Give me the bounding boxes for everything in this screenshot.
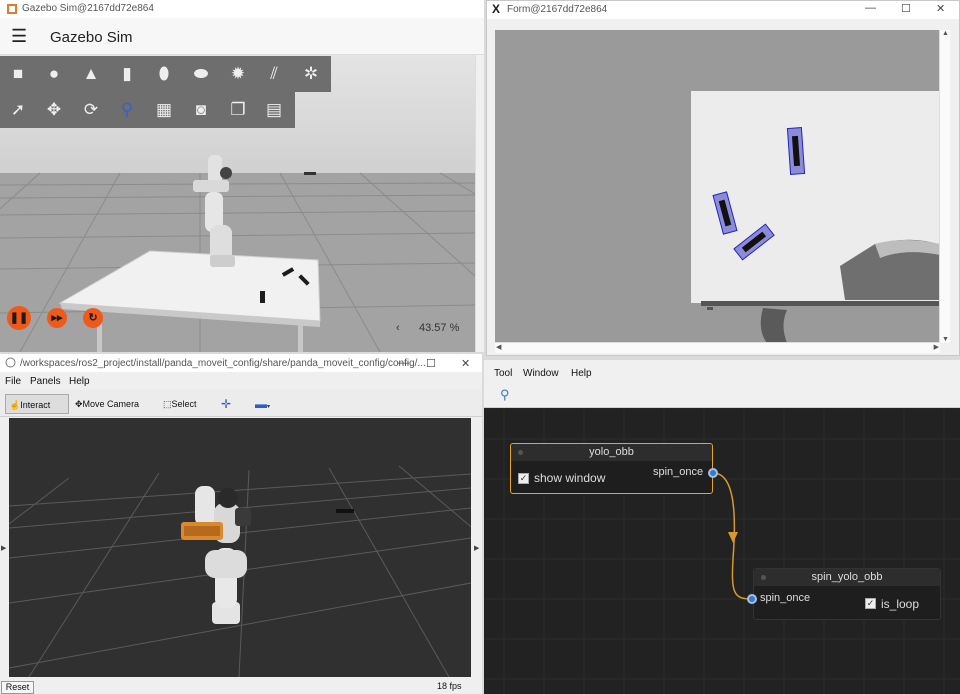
is-loop-checkbox[interactable]: ✓ [865, 598, 876, 609]
node-spin-yolo-obb[interactable]: spin_yolo_obb spin_once ✓ is_loop [753, 568, 941, 620]
cylinder-shape-icon[interactable]: ▮ [115, 62, 139, 86]
move-camera-icon: ✥ [75, 399, 83, 409]
paste-icon[interactable]: ▤ [262, 98, 286, 122]
interact-tool[interactable]: ☝Interact [5, 394, 69, 414]
node-graph-canvas[interactable]: yolo_obb ✓ show window spin_once spin_yo… [484, 409, 960, 694]
maximize-icon[interactable]: ☐ [901, 2, 911, 15]
node-editor-window: Tool Window Help ⚲ yolo_obb ✓ show windo… [484, 360, 960, 694]
add-tool-button[interactable]: ✛ [218, 394, 234, 414]
reset-button[interactable]: Reset [1, 681, 34, 694]
cone-shape-icon[interactable]: ▲ [79, 62, 103, 86]
node-yolo-obb-title: yolo_obb [511, 444, 712, 461]
gazebo-app-bar: ☰ Gazebo Sim [0, 18, 484, 55]
minimize-icon[interactable]: — [398, 357, 409, 369]
gazebo-shapes-toolbar: ■ ● ▲ ▮ ⬮ ⬬ ✹ ⫽ ✲ [0, 56, 331, 92]
form-titlebar[interactable]: X Form@2167dd72e864 — ☐ ✕ [487, 1, 959, 19]
select-box-icon: ⬚ [163, 399, 172, 409]
gazebo-window-title: Gazebo Sim@2167dd72e864 [22, 3, 154, 14]
form-window: X Form@2167dd72e864 — ☐ ✕ ▲ ▼ ◀ ▶ [486, 0, 960, 356]
rviz-scene-render [9, 418, 471, 677]
right-panel-toggle-icon[interactable]: ▶ [474, 544, 479, 552]
rviz-window: /workspaces/ros2_project/install/panda_m… [0, 354, 482, 694]
hamburger-menu-icon[interactable]: ☰ [11, 27, 27, 45]
form-window-title: Form@2167dd72e864 [507, 4, 608, 15]
box-shape-icon[interactable]: ■ [6, 62, 30, 86]
show-window-checkbox[interactable]: ✓ [518, 473, 529, 484]
menu-help[interactable]: Help [571, 368, 592, 379]
select-tool[interactable]: ⬚Select [160, 394, 200, 414]
step-forward-button[interactable]: ▸▸ [47, 308, 67, 328]
maximize-icon[interactable]: ☐ [426, 357, 436, 370]
rviz-window-title: /workspaces/ros2_project/install/panda_m… [20, 358, 426, 369]
node-status-dot [761, 575, 766, 580]
menu-help[interactable]: Help [69, 376, 90, 387]
rviz-titlebar[interactable]: /workspaces/ros2_project/install/panda_m… [0, 354, 482, 372]
rviz-menubar: File Panels Help [0, 373, 482, 389]
real-time-factor: 43.57 % [419, 322, 460, 334]
node-editor-menubar: Tool Window Help [484, 360, 960, 384]
interact-label: Interact [20, 400, 51, 410]
connection-arrow-icon [728, 532, 738, 543]
menu-panels[interactable]: Panels [30, 376, 61, 387]
minimize-icon[interactable]: — [865, 2, 876, 14]
ellipsoid-shape-icon[interactable]: ⬬ [189, 62, 213, 86]
form-horizontal-scrollbar[interactable]: ◀ ▶ [495, 342, 940, 353]
show-window-label: show window [534, 471, 606, 485]
move-camera-label: Move Camera [82, 399, 140, 409]
menu-tool[interactable]: Tool [494, 368, 512, 379]
close-icon[interactable]: ✕ [936, 2, 945, 15]
grid-icon[interactable]: ▦ [152, 98, 176, 122]
screenshot-camera-icon[interactable]: ◙ [189, 98, 213, 122]
detection-image [495, 30, 940, 343]
menu-file[interactable]: File [5, 376, 21, 387]
plus-icon: ✛ [221, 397, 232, 411]
node-spin-yolo-obb-title: spin_yolo_obb [754, 569, 940, 586]
left-panel-toggle-icon[interactable]: ▶ [1, 544, 6, 552]
rviz-toolbar: ☝Interact ✥Move Camera ⬚Select ✛ ▬▾ [0, 390, 482, 417]
rtf-collapse-arrow[interactable]: ‹ [396, 322, 400, 334]
gazebo-window: Gazebo Sim@2167dd72e864 ☰ Gazebo Sim ■ ●… [0, 0, 484, 352]
point-light-icon[interactable]: ✹ [226, 62, 250, 86]
sphere-shape-icon[interactable]: ● [42, 62, 66, 86]
directional-light-icon[interactable]: ⫽ [262, 62, 286, 86]
spin-input-port-label: spin_once [760, 592, 811, 604]
capsule-shape-icon[interactable]: ⬮ [152, 62, 176, 86]
is-loop-label: is_loop [881, 597, 920, 611]
network-icon[interactable]: ⚲ [500, 387, 510, 403]
minus-icon: ▬ [255, 397, 267, 411]
yolo-output-port[interactable] [708, 468, 718, 478]
reset-simulation-button[interactable]: ↻ [83, 308, 103, 328]
hand-icon: ☝ [9, 400, 21, 410]
form-vertical-scrollbar[interactable]: ▲ ▼ [939, 30, 950, 343]
chevron-down-icon: ▾ [267, 404, 271, 410]
copy-icon[interactable]: ❐ [226, 98, 250, 122]
gazebo-app-title: Gazebo Sim [50, 29, 133, 46]
menu-window[interactable]: Window [523, 368, 559, 379]
detection-image-view [495, 30, 940, 343]
rotate-icon[interactable]: ⟳ [79, 98, 103, 122]
gazebo-titlebar[interactable]: Gazebo Sim@2167dd72e864 [0, 0, 484, 18]
yolo-output-port-label: spin_once [653, 466, 704, 478]
gazebo-side-panel-edge [475, 55, 484, 352]
node-editor-toolbar: ⚲ [484, 384, 960, 408]
pause-button[interactable]: ❚❚ [7, 306, 31, 330]
node-yolo-obb[interactable]: yolo_obb ✓ show window spin_once [510, 443, 713, 494]
spot-light-icon[interactable]: ✲ [299, 62, 323, 86]
gazebo-transform-toolbar: ➚ ✥ ⟳ ⚲ ▦ ◙ ❐ ▤ [0, 92, 295, 128]
select-label: Select [171, 399, 197, 409]
x-app-logo-icon: X [492, 2, 501, 16]
spin-input-port[interactable] [747, 594, 757, 604]
gazebo-app-icon [7, 4, 17, 14]
select-arrow-icon[interactable]: ➚ [6, 98, 30, 122]
close-icon[interactable]: ✕ [461, 357, 470, 370]
fps-readout: 18 fps [437, 681, 462, 691]
translate-icon[interactable]: ✥ [42, 98, 66, 122]
remove-tool-button[interactable]: ▬▾ [252, 394, 273, 414]
move-camera-tool[interactable]: ✥Move Camera [72, 394, 142, 414]
snap-icon[interactable]: ⚲ [115, 98, 139, 122]
rviz-app-icon [5, 357, 16, 368]
rviz-3d-view[interactable] [9, 418, 471, 677]
node-status-dot [518, 450, 523, 455]
rviz-status-bar: Reset 18 fps [0, 678, 482, 694]
